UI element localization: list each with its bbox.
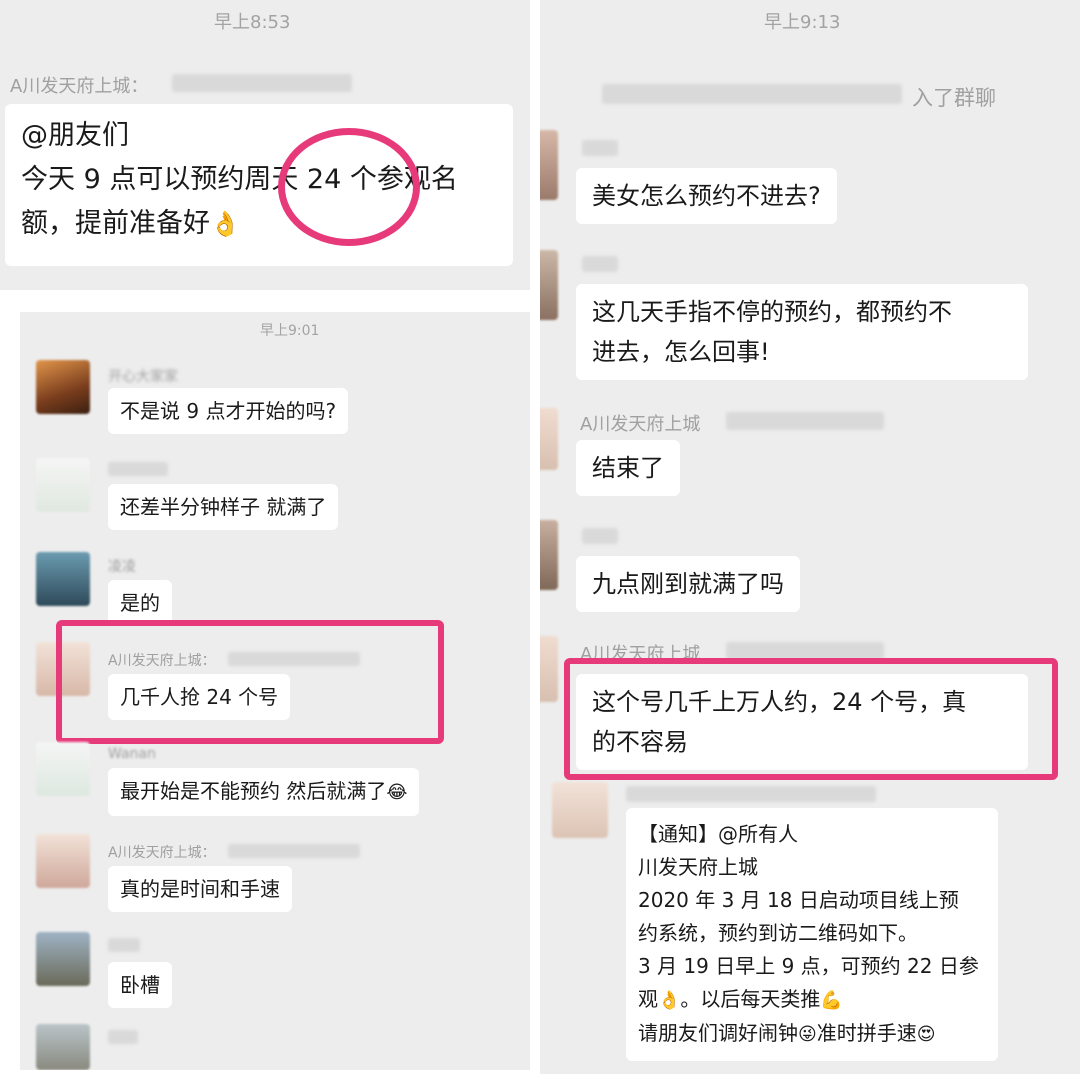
sender-name: 开心大家家 [108, 369, 178, 385]
timestamp: 早上8:53 [214, 12, 291, 33]
message-bubble[interactable]: 结束了 [576, 440, 680, 496]
sender-name: A川发天府上城 [580, 414, 701, 435]
right-chat-panel: 早上9:13 入了群聊 美女怎么预约不进去? 这几天手指不停的预约，都预约不 进… [540, 0, 1080, 1074]
highlight-circle [278, 128, 420, 246]
message-bubble[interactable]: 真的是时间和手速 [108, 866, 292, 912]
notice-line: 观👌。以后每天类推💪 [638, 983, 986, 1017]
notice-line: 川发天府上城 [638, 855, 758, 879]
left-top-chat-panel: 早上8:53 A川发天府上城： @朋友们 今天 9 点可以预约周天 24 个参观… [0, 0, 530, 290]
message-bubble[interactable]: 卧槽 [108, 962, 172, 1008]
highlight-box [564, 658, 1058, 780]
sender-name: A川发天府上城： [10, 76, 149, 97]
blurred-name [726, 412, 884, 430]
ok-hand-icon: 👌 [210, 209, 241, 238]
blurred-name [582, 140, 618, 156]
message-line: 进去，怎么回事! [592, 338, 770, 366]
message-bubble[interactable]: 还差半分钟样子 就满了 [108, 484, 339, 530]
blurred-name [228, 844, 360, 858]
highlight-box [56, 620, 444, 744]
timestamp: 早上9:13 [764, 12, 841, 33]
sender-name: A川发天府上城： [108, 845, 216, 861]
avatar [36, 742, 90, 796]
avatar [540, 520, 558, 590]
blurred-name [626, 786, 876, 802]
avatar [36, 458, 90, 512]
blurred-name [172, 74, 352, 92]
left-bottom-chat-panel: 早上9:01 开心大家家 不是说 9 点才开始的吗? 还差半分钟样子 就满了 凌… [20, 312, 530, 1070]
blurred-name [108, 462, 168, 476]
avatar [36, 552, 90, 606]
avatar [540, 636, 558, 702]
blurred-name [602, 84, 902, 104]
message-bubble[interactable]: 不是说 9 点才开始的吗? [108, 388, 349, 434]
message-bubble[interactable]: @朋友们 今天 9 点可以预约周天 24 个参观名 额，提前准备好👌 [5, 104, 513, 266]
sender-name: 凌凌 [108, 559, 136, 575]
message-line: @朋友们 [21, 120, 129, 151]
sender-name: Wanan [108, 746, 156, 762]
message-bubble[interactable]: 九点刚到就满了吗 [576, 556, 800, 612]
blurred-name [582, 256, 618, 272]
blurred-name [108, 938, 140, 952]
notice-line: 约系统，预约到访二维码如下。 [638, 921, 918, 945]
avatar [36, 1024, 90, 1070]
avatar [540, 250, 558, 320]
message-line: 额，提前准备好👌 [21, 202, 497, 246]
avatar [540, 130, 558, 200]
message-line: 这几天手指不停的预约，都预约不 [592, 298, 952, 326]
avatar [552, 782, 608, 838]
laughing-icon: 😂 [386, 782, 408, 803]
notice-line: 2020 年 3 月 18 日启动项目线上预 [638, 888, 959, 912]
flexed-biceps-icon: 💪 [820, 990, 843, 1011]
notice-line: 请朋友们调好闹钟😜准时拼手速😍 [638, 1017, 986, 1051]
system-message: 入了群聊 [912, 86, 996, 110]
notice-line: 【通知】@所有人 [638, 822, 798, 846]
avatar [36, 834, 90, 888]
blurred-name [582, 528, 618, 544]
notice-bubble[interactable]: 【通知】@所有人 川发天府上城 2020 年 3 月 18 日启动项目线上预 约… [626, 808, 998, 1061]
message-bubble[interactable]: 美女怎么预约不进去? [576, 168, 837, 224]
ok-hand-icon: 👌 [658, 990, 681, 1011]
message-bubble[interactable]: 这几天手指不停的预约，都预约不 进去，怎么回事! [576, 284, 1028, 380]
message-bubble[interactable]: 最开始是不能预约 然后就满了😂 [108, 768, 420, 816]
notice-line: 3 月 19 日早上 9 点，可预约 22 日参 [638, 954, 979, 978]
winking-tongue-icon: 😜 [798, 1024, 817, 1045]
avatar [36, 360, 90, 414]
timestamp: 早上9:01 [260, 323, 320, 339]
blurred-name [108, 1030, 138, 1044]
heart-eyes-icon: 😍 [916, 1024, 936, 1045]
avatar [36, 932, 90, 986]
avatar [540, 408, 558, 470]
message-line: 今天 9 点可以预约周天 24 个参观名 [21, 164, 458, 195]
